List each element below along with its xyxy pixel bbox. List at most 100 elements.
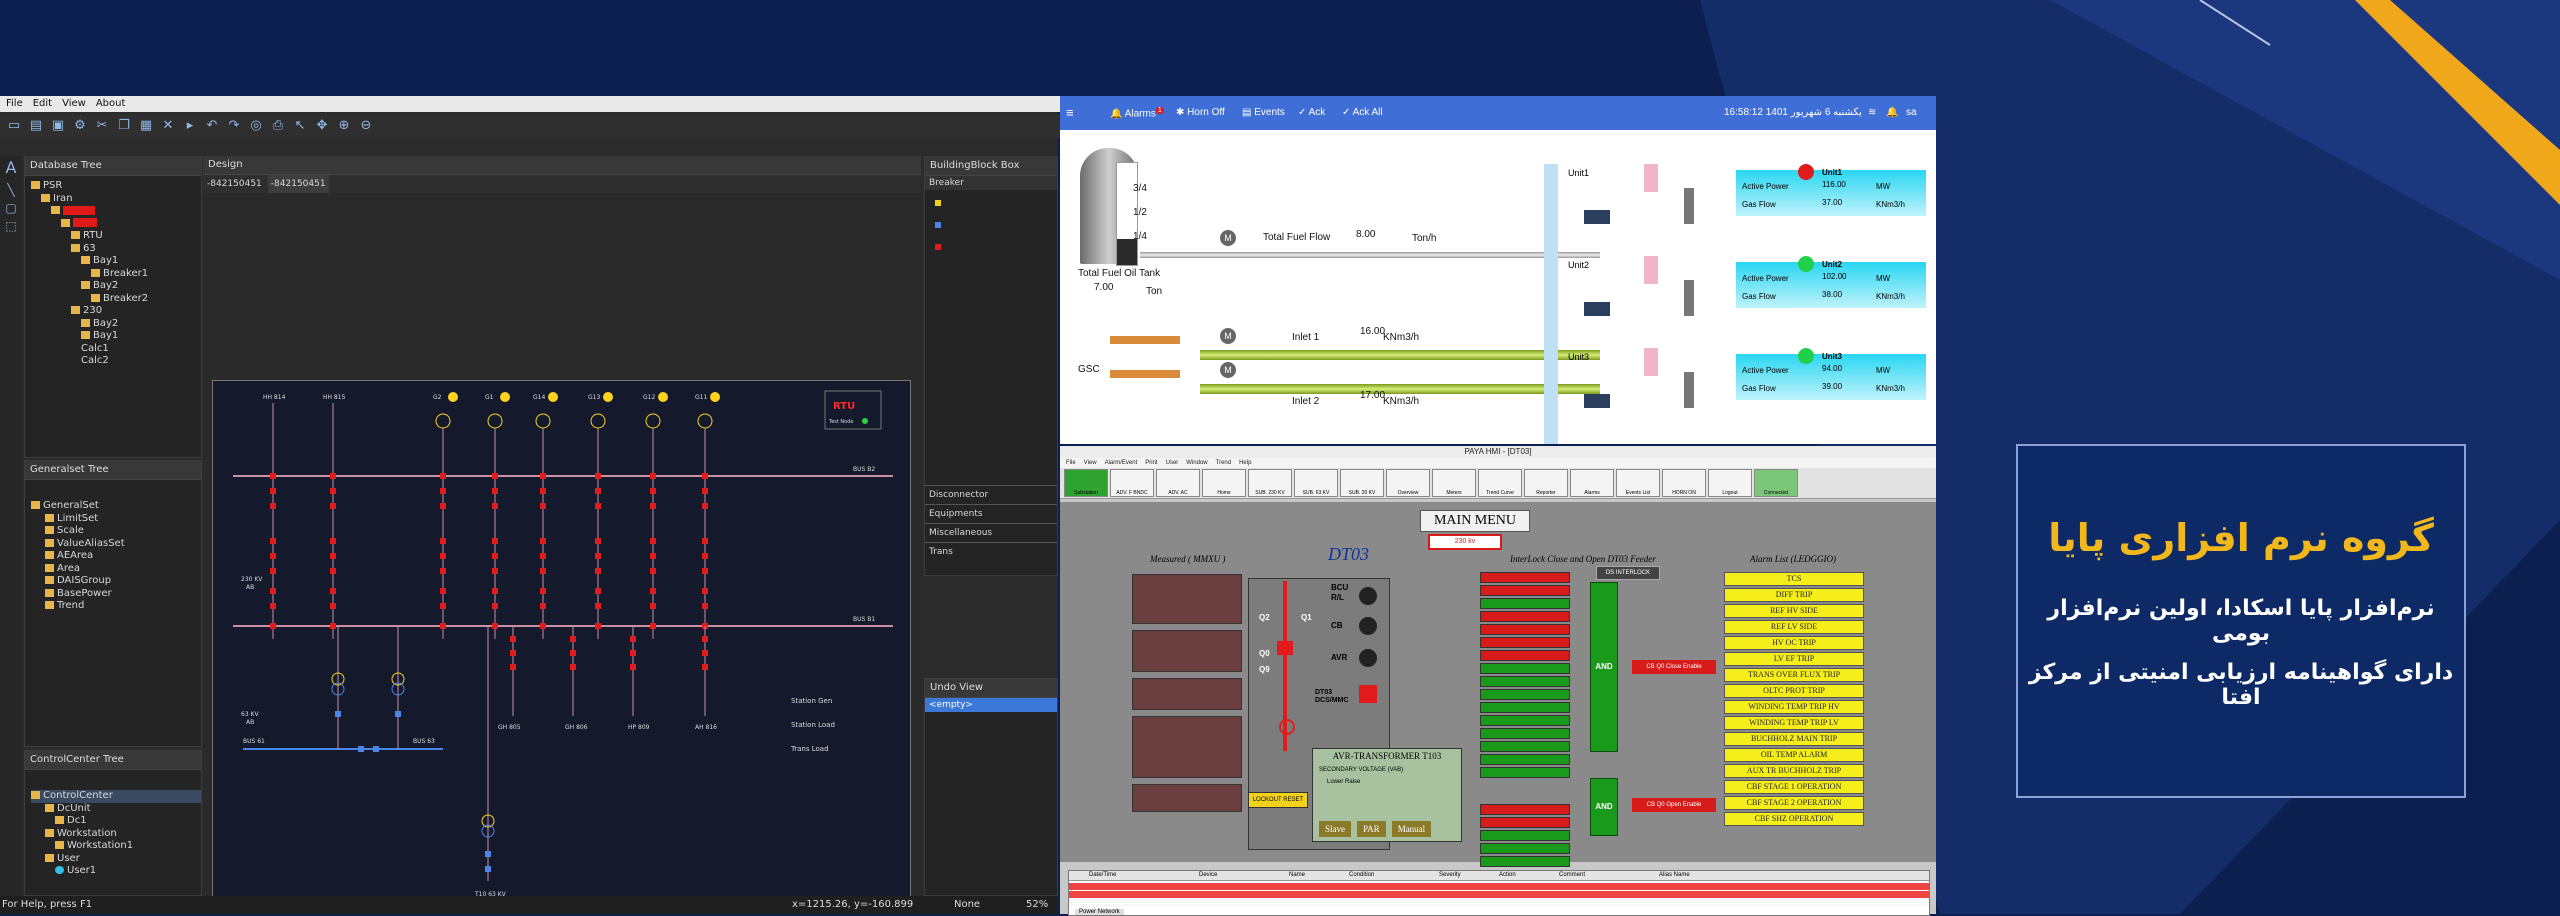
save-icon[interactable]: ▣ [48,116,68,136]
hmi2-menu-alarm[interactable]: Alarm/Event [1105,458,1138,468]
power-network-tab[interactable]: Power Network [1075,909,1124,915]
horn-off-button[interactable]: ✱ Horn Off [1176,107,1225,118]
tree-item[interactable]: BasePower [31,588,201,601]
breaker-icon[interactable] [650,568,656,574]
hmi2-toolbar-button[interactable]: Reporter [1524,469,1568,497]
tree-item[interactable]: Breaker2 [31,293,201,306]
breaker-icon[interactable] [540,568,546,574]
hmi2-toolbar-button[interactable]: Home [1202,469,1246,497]
breaker-icon[interactable] [570,650,576,656]
design-tab-1[interactable]: -842150451 [207,175,262,193]
tree-item[interactable]: User [31,853,201,866]
tree-item[interactable]: Area [31,563,201,576]
tree-item-selected[interactable]: ControlCenter [31,790,201,803]
tree-item[interactable]: Calc1 [31,343,201,356]
tree-item[interactable]: Iran [31,193,201,206]
breaker-icon[interactable] [270,588,276,594]
tree-item[interactable]: Dc1 [31,815,201,828]
ack-button[interactable]: ✓ Ack [1298,107,1325,118]
tree-item[interactable]: GeneralSet [31,500,201,513]
zoom-out-icon[interactable]: ⊖ [356,116,376,136]
breaker-icon[interactable] [270,538,276,544]
tree-item[interactable]: Bay1 [31,330,201,343]
ack-all-button[interactable]: ✓ Ack All [1342,107,1383,118]
breaker-icon[interactable] [510,664,516,670]
hmi2-toolbar-button[interactable]: Substation [1064,469,1108,497]
breaker-icon[interactable] [702,588,708,594]
breaker-icon[interactable] [702,650,708,656]
hmi2-toolbar-button[interactable]: SUB. 230 KV [1248,469,1292,497]
breaker-icon[interactable] [492,603,498,609]
menu-about[interactable]: About [96,96,126,112]
breaker-icon[interactable] [702,488,708,494]
breaker-icon[interactable] [330,488,336,494]
print-icon[interactable]: ⎙ [268,116,288,136]
tree-item[interactable]: Bay2 [31,318,201,331]
redo-icon[interactable]: ↷ [224,116,244,136]
new-file-icon[interactable]: ▭ [4,116,24,136]
breaker-icon[interactable] [330,588,336,594]
tree-item[interactable]: LimitSet [31,513,201,526]
breaker-icon[interactable] [270,488,276,494]
run-icon[interactable]: ▸ [180,116,200,136]
breaker-icon[interactable] [702,636,708,642]
breaker-icon[interactable] [650,603,656,609]
breaker-icon[interactable] [540,603,546,609]
bcu-switch[interactable] [1359,587,1377,605]
undo-icon[interactable]: ↶ [202,116,222,136]
breaker-icon[interactable] [595,538,601,544]
block-red-icon[interactable] [935,244,941,250]
menu-view[interactable]: View [62,96,86,112]
cb-switch[interactable] [1359,617,1377,635]
breaker-icon[interactable] [492,588,498,594]
hmi2-toolbar-button[interactable]: Logout [1708,469,1752,497]
breaker-icon[interactable] [440,503,446,509]
tree-item[interactable]: Bay2 [31,280,201,293]
hmi2-toolbar-button[interactable]: Trend Curve [1478,469,1522,497]
breaker-icon[interactable] [440,473,446,479]
breaker-icon[interactable] [650,473,656,479]
event-table-header[interactable]: Severity [1419,871,1479,880]
breaker-icon[interactable] [270,503,276,509]
tree-item[interactable]: Calc2 [31,355,201,368]
breaker-icon[interactable] [650,538,656,544]
event-table-header[interactable]: Name [1269,871,1329,880]
breaker-icon[interactable] [595,473,601,479]
breaker-icon[interactable] [270,568,276,574]
breaker-icon[interactable] [330,623,336,629]
hmi2-menu-help[interactable]: Help [1239,458,1251,468]
breaker-icon[interactable] [595,503,601,509]
tree-item[interactable]: AEArea [31,550,201,563]
event-table-header[interactable]: Alias Name [1639,871,1779,880]
zoom-in-icon[interactable]: ⊕ [334,116,354,136]
breaker-icon[interactable] [440,623,446,629]
breaker-icon[interactable] [540,588,546,594]
breaker-icon[interactable] [630,650,636,656]
breaker-icon[interactable] [595,603,601,609]
breaker-icon[interactable] [270,603,276,609]
hmi2-toolbar-button[interactable]: ADV. AC [1156,469,1200,497]
breaker-icon[interactable] [540,538,546,544]
section-trans[interactable]: Trans [925,542,1057,561]
tree-item[interactable]: Breaker1 [31,268,201,281]
breaker-icon[interactable] [570,664,576,670]
event-table-header[interactable]: Date/Time [1069,871,1179,880]
user-name[interactable]: sa [1906,107,1917,118]
compile-icon[interactable]: ◎ [246,116,266,136]
event-table-header[interactable]: Condition [1329,871,1419,880]
par-button[interactable]: PAR [1357,821,1386,837]
breaker-icon[interactable] [540,623,546,629]
open-folder-icon[interactable]: ▤ [26,116,46,136]
breaker-icon[interactable] [492,538,498,544]
hmi2-toolbar-button[interactable]: Alarms [1570,469,1614,497]
node-tool-icon[interactable]: ⬚ [0,219,22,233]
design-tab-2[interactable]: -842150451 [267,175,329,193]
hmi2-toolbar-button[interactable]: Connected [1754,469,1798,497]
breaker-icon[interactable] [270,623,276,629]
copy-icon[interactable]: ❐ [114,116,134,136]
breaker-icon[interactable] [595,488,601,494]
hmi2-menu-window[interactable]: Window [1186,458,1207,468]
hmi2-toolbar-button[interactable]: Events List [1616,469,1660,497]
line-tool-icon[interactable]: ╲ [0,183,22,197]
hmi2-toolbar-button[interactable]: SUB. 63 KV [1294,469,1338,497]
